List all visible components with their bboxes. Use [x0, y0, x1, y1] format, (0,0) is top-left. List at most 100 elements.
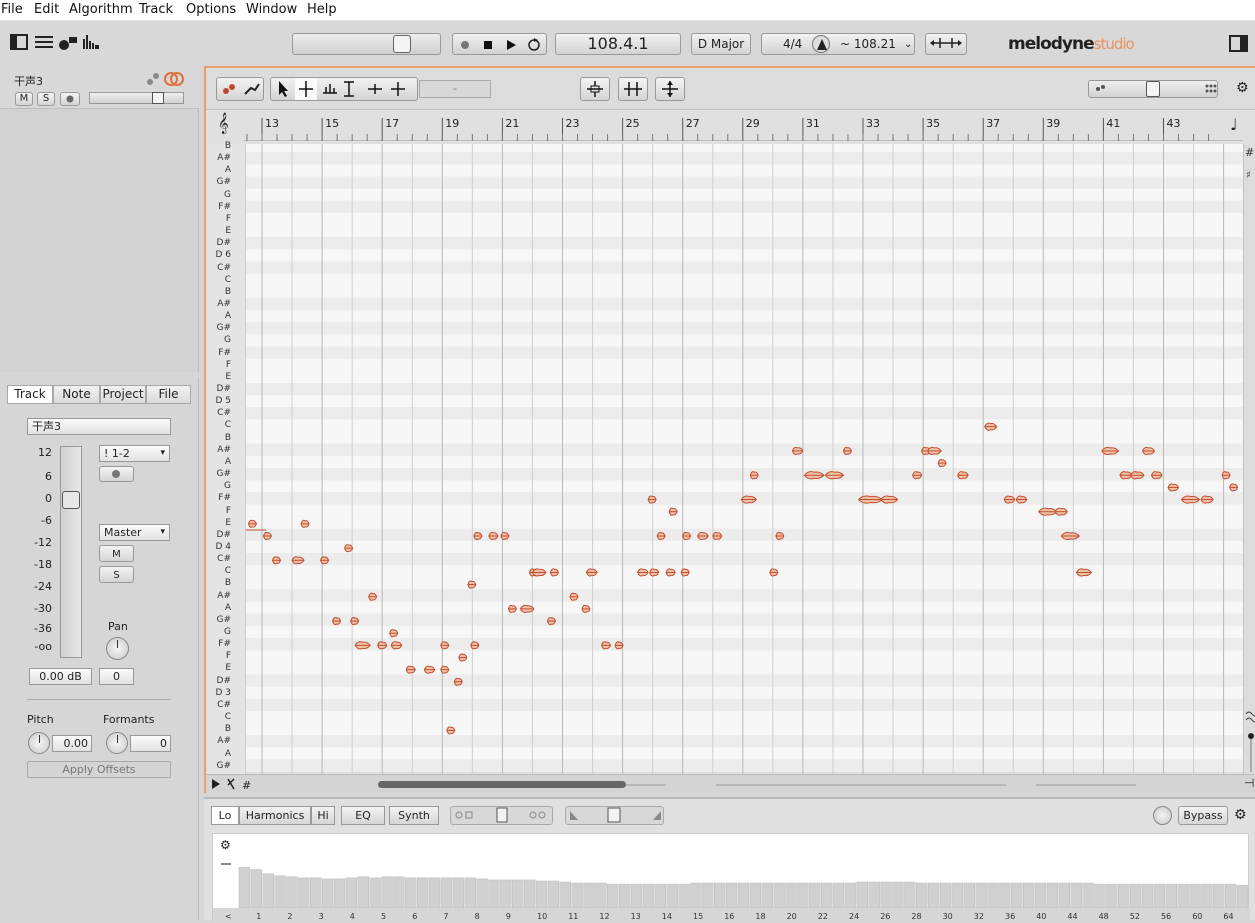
note-blob[interactable] [546, 616, 557, 626]
edit-tool-icons[interactable] [271, 78, 419, 100]
note-blob[interactable] [1150, 471, 1163, 480]
pitch-knob[interactable] [28, 732, 50, 754]
note-blob[interactable] [824, 471, 845, 480]
note-blob[interactable] [581, 604, 591, 613]
note-blob[interactable] [507, 604, 517, 613]
harmonic-bar[interactable] [345, 877, 358, 909]
menu-algorithm[interactable]: Algorithm [69, 2, 133, 17]
harmonic-bar[interactable] [714, 882, 726, 909]
inspector-solo-button[interactable]: S [99, 566, 134, 583]
harmonic-bar[interactable] [452, 877, 465, 909]
harmonic-bar[interactable] [642, 883, 655, 909]
harmonic-bar[interactable] [547, 880, 560, 909]
output-selector[interactable]: Master ▾ [99, 524, 170, 541]
mix-knob[interactable] [1153, 806, 1172, 825]
time-handles-button[interactable] [925, 33, 967, 55]
harmonic-bar[interactable] [892, 881, 904, 909]
harmonic-bar[interactable] [963, 882, 975, 909]
note-blob[interactable] [1141, 446, 1156, 456]
record-button[interactable] [452, 33, 474, 55]
note-blob[interactable] [712, 531, 723, 541]
note-blob[interactable] [390, 641, 403, 650]
note-blob[interactable] [649, 568, 660, 577]
note-blob[interactable] [377, 641, 388, 650]
note-blob[interactable] [470, 641, 480, 650]
harmonic-bar[interactable] [583, 882, 595, 909]
harmonic-bar[interactable] [1201, 883, 1213, 909]
inspector-toggle-icon[interactable] [1229, 35, 1249, 53]
correct-pitch-button[interactable] [580, 77, 610, 101]
meter-display[interactable]: 4/4 [783, 37, 802, 51]
edit-amplitude-button[interactable] [655, 77, 685, 101]
note-blob[interactable] [614, 641, 624, 650]
note-blob[interactable] [531, 568, 547, 577]
menu-file[interactable]: File [1, 2, 23, 17]
harmonic-bar[interactable] [1106, 883, 1118, 909]
note-blob[interactable] [647, 495, 657, 504]
harmonic-bar[interactable] [476, 878, 488, 909]
note-blob[interactable] [423, 665, 436, 674]
note-blob[interactable] [1075, 568, 1092, 577]
bar-ruler[interactable]: 13 15 17 19 21 23 25 27 29 31 33 35 37 39 41 43 [244, 114, 1243, 141]
note-blob[interactable] [1060, 531, 1081, 541]
position-display[interactable]: 108.4.1 [555, 33, 681, 55]
note-blob[interactable] [320, 556, 330, 565]
note-blob[interactable] [775, 531, 785, 541]
harmonic-bar[interactable] [440, 877, 453, 909]
note-blob[interactable] [1200, 495, 1214, 504]
quantize-time-button[interactable] [618, 77, 648, 101]
harmonic-bar[interactable] [666, 883, 678, 909]
harmonic-bar[interactable] [880, 881, 892, 909]
note-blob[interactable] [467, 580, 477, 589]
note-blob[interactable] [488, 531, 499, 541]
note-blob[interactable] [697, 531, 709, 541]
harmonic-bar[interactable] [809, 882, 821, 909]
volume-fader-handle[interactable] [62, 491, 80, 509]
track-volume-slider[interactable] [89, 92, 184, 104]
harmonic-bar[interactable] [405, 877, 417, 909]
loop-button[interactable] [522, 33, 546, 55]
inspector-mute-button[interactable]: M [99, 545, 134, 562]
note-blob[interactable] [354, 641, 371, 650]
harmonic-bar[interactable] [844, 882, 857, 909]
harmonic-bar[interactable] [262, 873, 274, 909]
key-display[interactable]: D Major [691, 33, 751, 55]
note-blob[interactable] [1229, 483, 1239, 492]
tab-track[interactable]: Track [7, 385, 53, 404]
sound-editor-gear-icon[interactable]: ⚙ [1234, 807, 1247, 823]
harmonic-bar[interactable] [500, 879, 512, 909]
harmonic-bar[interactable] [238, 867, 251, 909]
volume-fader[interactable] [60, 446, 82, 658]
harmonic-bar[interactable] [1141, 883, 1154, 909]
harmonic-bar[interactable] [1094, 883, 1106, 909]
note-blob[interactable] [749, 471, 759, 480]
editor-settings-gear-icon[interactable]: ⚙ [1236, 80, 1249, 96]
menu-edit[interactable]: Edit [34, 2, 59, 17]
note-blob[interactable] [880, 495, 899, 504]
harmonic-bar[interactable] [595, 882, 607, 909]
tab-project[interactable]: Project [100, 385, 146, 404]
harmonic-bar[interactable] [618, 883, 631, 909]
note-blob[interactable] [957, 471, 969, 480]
track-link-icon[interactable] [144, 70, 184, 88]
note-blob[interactable] [405, 665, 416, 674]
harmonic-bar[interactable] [1129, 883, 1142, 909]
tempo-dropdown-icon[interactable]: ⌄ [904, 39, 912, 50]
note-blob[interactable] [549, 568, 560, 577]
harmonic-bar[interactable] [904, 881, 916, 909]
harmonic-bar[interactable] [274, 875, 286, 909]
play-button[interactable] [499, 33, 521, 55]
harmonic-bar[interactable] [393, 876, 405, 909]
note-blob[interactable] [912, 471, 923, 480]
overview-end-marker-icon[interactable]: ⊣ [1244, 776, 1254, 790]
volume-value-field[interactable]: 0.00 dB [29, 668, 92, 685]
note-blob[interactable] [665, 568, 676, 577]
harmonic-bar[interactable] [571, 882, 583, 909]
treble-clef-icon[interactable]: 𝄞 [218, 114, 244, 136]
note-blob[interactable] [803, 471, 825, 480]
tab-lo[interactable]: Lo [211, 806, 239, 825]
harmonic-bar[interactable] [1213, 883, 1225, 909]
note-blob[interactable] [585, 568, 598, 577]
track-volume-handle[interactable] [152, 92, 164, 104]
note-blob[interactable] [1038, 507, 1058, 516]
